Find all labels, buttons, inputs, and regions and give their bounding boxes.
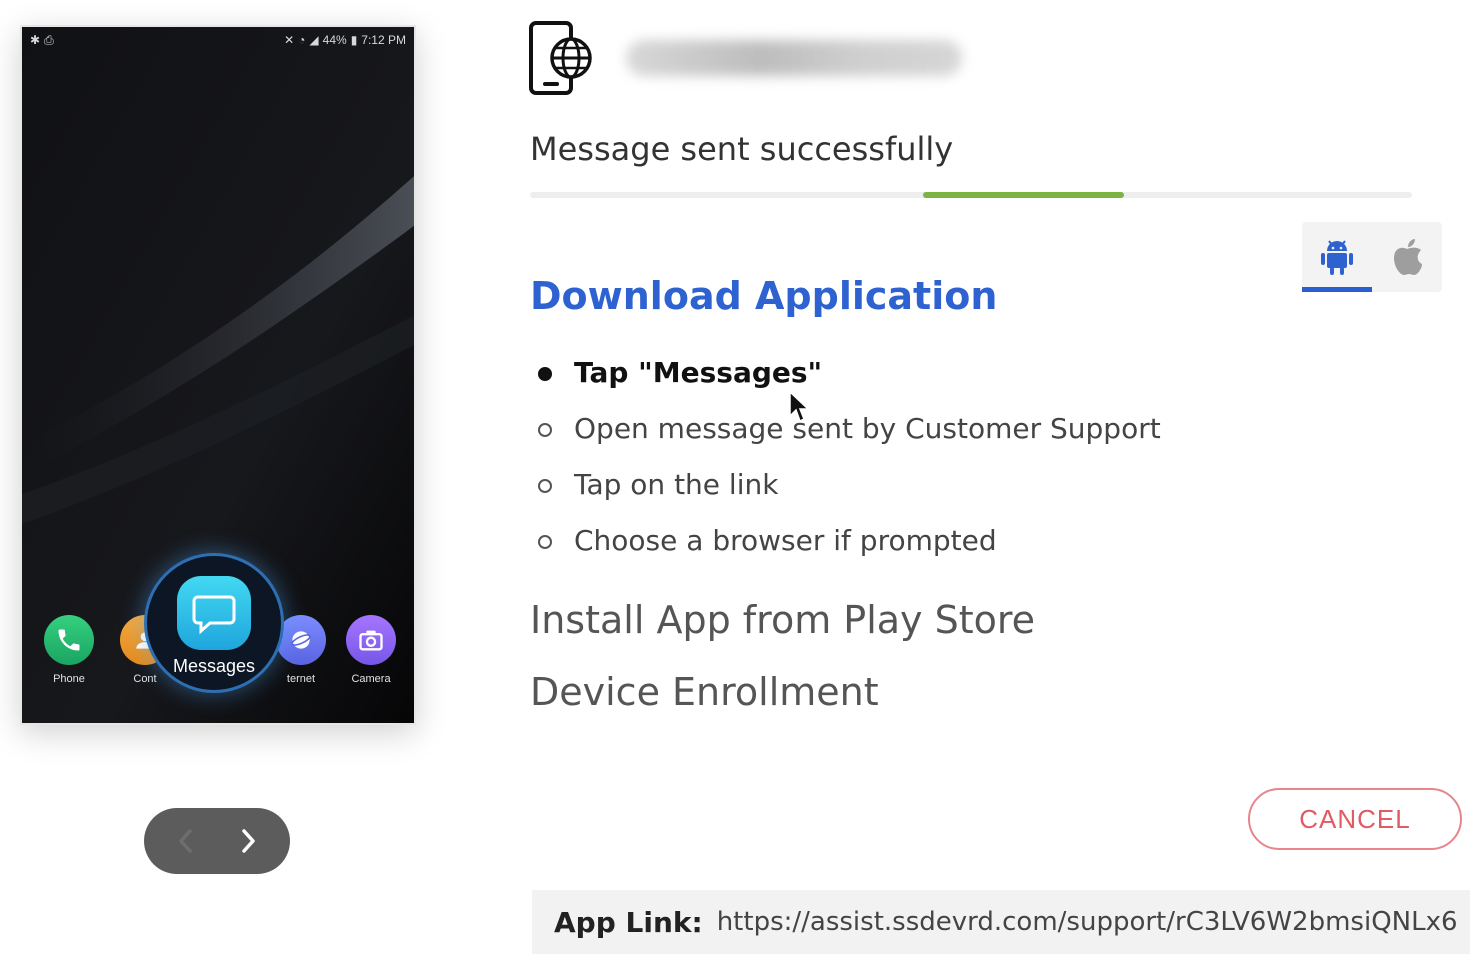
status-message: Message sent successfully [530, 130, 954, 168]
progress-fill [923, 192, 1124, 198]
list-item: Tap on the link [530, 462, 1290, 518]
step-list: Tap "Messages" Open message sent by Cust… [530, 350, 1290, 574]
status-time: 7:12 PM [361, 33, 406, 47]
section-title: Download Application [530, 274, 998, 318]
dock-app-messages-highlight[interactable]: Messages [144, 553, 284, 693]
chevron-right-icon [242, 829, 255, 853]
camera-icon [346, 615, 396, 665]
cancel-button[interactable]: CANCEL [1248, 788, 1462, 850]
bluetooth-icon: ✱ [30, 33, 41, 47]
tab-ios[interactable] [1372, 222, 1442, 292]
phone-dock: Phone Cont ternet Camera Messages [22, 553, 414, 723]
signal-icon: ◢ [309, 33, 319, 47]
dock-app-phone[interactable]: Phone [42, 615, 96, 685]
phone-status-bar: ✱ ⎙ ✕ ◔ ◢ 44% ▮ 7:12 PM [22, 27, 414, 53]
mute-icon: ✕ [284, 33, 295, 47]
redacted-device-name [626, 40, 962, 76]
screenshot-pager [144, 808, 290, 874]
apple-icon [1394, 239, 1422, 275]
battery-icon: ▮ [350, 33, 358, 47]
mouse-cursor-icon [789, 390, 810, 423]
app-link-url[interactable]: https://assist.ssdevrd.com/support/rC3LV… [717, 907, 1458, 937]
progress-bar [530, 192, 1412, 198]
app-link-label: App Link: [554, 905, 703, 939]
dock-app-label: Camera [351, 673, 391, 685]
wifi-icon: ◔ [298, 33, 306, 47]
list-item: Tap "Messages" [530, 350, 1290, 406]
notification-icon: ⎙ [44, 32, 54, 47]
tab-android[interactable] [1302, 222, 1372, 292]
dock-app-label: Phone [53, 673, 85, 685]
mobile-globe-icon [529, 21, 592, 95]
android-icon [1321, 240, 1353, 275]
dock-app-label: ternet [286, 673, 316, 685]
chevron-left-icon [179, 829, 192, 853]
messages-icon [177, 576, 251, 650]
prev-screenshot-button[interactable] [170, 826, 200, 856]
dock-app-label: Messages [172, 656, 256, 676]
list-item: Choose a browser if prompted [530, 518, 1290, 574]
step-install-app: Install App from Play Store [530, 598, 1036, 642]
app-link-bar: App Link: https://assist.ssdevrd.com/sup… [532, 890, 1470, 954]
phone-icon [44, 615, 94, 665]
phone-screen-preview: ✱ ⎙ ✕ ◔ ◢ 44% ▮ 7:12 PM Phone Cont terne… [20, 25, 416, 725]
list-item: Open message sent by Customer Support [530, 406, 1290, 462]
dock-app-camera[interactable]: Camera [344, 615, 398, 685]
next-screenshot-button[interactable] [234, 826, 264, 856]
battery-percent: 44% [322, 33, 347, 47]
os-platform-tabs [1302, 222, 1442, 292]
step-device-enrollment: Device Enrollment [530, 670, 879, 714]
